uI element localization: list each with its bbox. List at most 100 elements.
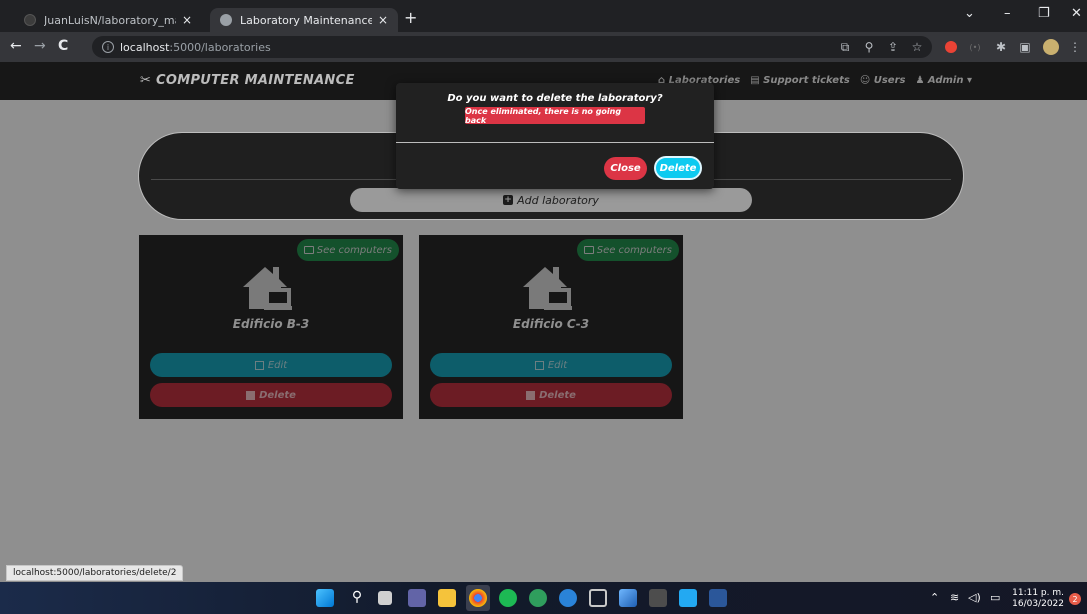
user-icon: ♟ <box>915 75 928 86</box>
tools-icon: ✂ <box>140 73 157 88</box>
volume-icon[interactable]: ◁) <box>968 591 981 604</box>
menu-icon[interactable]: ⋮ <box>1068 40 1082 54</box>
translate-icon[interactable]: ⧉ <box>838 40 852 54</box>
ticket-icon: ▤ <box>750 75 764 86</box>
reload-button[interactable]: C <box>58 38 68 54</box>
battery-icon[interactable]: ▭ <box>990 591 1000 604</box>
delete-label: Delete <box>539 389 576 401</box>
tab-laboratory-maintenance[interactable]: Laboratory Maintenance × <box>210 8 398 32</box>
task-view-icon[interactable] <box>378 591 392 605</box>
tab-close-icon[interactable]: × <box>378 13 388 27</box>
star-icon[interactable]: ☆ <box>910 40 924 54</box>
trash-icon <box>526 390 536 400</box>
lab-name: Edificio B-3 <box>232 317 310 331</box>
lab-name: Edificio C-3 <box>512 317 590 331</box>
add-laboratory-button[interactable]: + Add laboratory <box>350 188 752 212</box>
trash-icon <box>246 390 256 400</box>
virtualbox-icon[interactable] <box>589 589 607 607</box>
file-explorer-icon[interactable] <box>438 589 456 607</box>
link-status-bubble: localhost:5000/laboratories/delete/2 <box>6 565 184 581</box>
puzzle-icon[interactable]: ✱ <box>994 40 1008 54</box>
see-computers-button[interactable]: See computers <box>296 239 399 261</box>
page-content: ✂ COMPUTER MAINTENANCE ⌂ Laboratories ▤ … <box>0 62 1087 582</box>
see-computers-button[interactable]: See computers <box>576 239 679 261</box>
lab-card: See computers Edificio B-3 Edit Delete <box>139 235 403 419</box>
site-info-icon[interactable]: i <box>102 41 114 53</box>
tab-title: JuanLuisN/laboratory_maintenan <box>44 13 176 27</box>
browser-toolbar: ← → C i localhost :5000/laboratories ⧉ ⚲… <box>0 32 1087 62</box>
tab-title: Laboratory Maintenance <box>240 13 372 27</box>
globe-icon <box>220 14 232 26</box>
vscode-icon[interactable] <box>679 589 697 607</box>
sidepanel-icon[interactable]: ▣ <box>1018 40 1032 54</box>
modal-warning: Once eliminated, there is no going back <box>465 107 645 125</box>
add-laboratory-label: Add laboratory <box>517 193 599 207</box>
new-tab-button[interactable]: + <box>404 8 417 27</box>
edit-label: Edit <box>267 359 288 371</box>
users-icon: ☺ <box>859 75 874 86</box>
brand[interactable]: ✂ COMPUTER MAINTENANCE <box>140 73 355 88</box>
teams-icon[interactable] <box>408 589 426 607</box>
minimize-button[interactable]: – <box>1004 6 1011 21</box>
monitor-icon <box>583 246 594 254</box>
extension-dim-icon[interactable]: (•) <box>968 40 982 54</box>
delete-button[interactable]: Delete <box>150 383 392 407</box>
windows-taskbar: ⚲ ⌃ ≋ ◁) ▭ 11:11 p. m. 16/03/2022 2 <box>0 582 1087 614</box>
chevron-up-icon[interactable]: ⌃ <box>930 591 939 604</box>
maximize-button[interactable]: ❐ <box>1038 6 1050 21</box>
spotify-icon[interactable] <box>499 589 517 607</box>
profile-avatar[interactable] <box>1043 39 1059 55</box>
delete-button[interactable]: Delete <box>430 383 672 407</box>
browser-tabbar: JuanLuisN/laboratory_maintenan × Laborat… <box>0 0 1087 32</box>
lab-card: See computers Edificio C-3 Edit Delete <box>419 235 683 419</box>
modal-title: Do you want to delete the laboratory? <box>447 93 663 104</box>
edit-button[interactable]: Edit <box>430 353 672 377</box>
extension-red-icon[interactable] <box>945 41 957 53</box>
clock-time: 11:11 p. m. <box>1012 588 1064 598</box>
plus-square-icon: + <box>503 195 514 205</box>
edit-label: Edit <box>547 359 568 371</box>
edit-icon <box>254 360 264 370</box>
photos-icon[interactable] <box>619 589 637 607</box>
tab-github[interactable]: JuanLuisN/laboratory_maintenan × <box>14 8 202 32</box>
wifi-icon[interactable]: ≋ <box>950 591 959 604</box>
word-icon[interactable] <box>709 589 727 607</box>
notification-badge[interactable]: 2 <box>1069 593 1081 605</box>
url-path: :5000/laboratories <box>169 40 271 54</box>
delete-label: Delete <box>259 389 296 401</box>
modal-delete-button[interactable]: Delete <box>654 156 702 180</box>
see-computers-label: See computers <box>596 244 672 256</box>
nav-link-admin[interactable]: ♟ Admin ▾ <box>915 75 972 86</box>
hs-app-icon[interactable] <box>529 589 547 607</box>
tab-close-icon[interactable]: × <box>182 13 192 27</box>
modal-close-button[interactable]: Close <box>604 157 647 180</box>
chrome-icon[interactable] <box>469 589 487 607</box>
close-window-button[interactable]: ✕ <box>1071 6 1082 21</box>
delete-confirm-modal: Do you want to delete the laboratory? On… <box>396 83 714 189</box>
zoom-icon[interactable]: ⚲ <box>862 40 876 54</box>
terminal-icon[interactable] <box>649 589 667 607</box>
clock-date: 16/03/2022 <box>1012 599 1064 609</box>
see-computers-label: See computers <box>316 244 392 256</box>
modal-divider <box>396 142 714 143</box>
nav-link-support-tickets[interactable]: ▤ Support tickets <box>750 75 850 86</box>
monitor-icon <box>303 246 314 254</box>
tab-search-icon[interactable]: ⌄ <box>964 6 975 21</box>
brand-label: COMPUTER MAINTENANCE <box>156 73 355 88</box>
edit-button[interactable]: Edit <box>150 353 392 377</box>
address-bar[interactable]: i localhost :5000/laboratories <box>92 36 932 58</box>
house-laptop-icon <box>243 267 292 310</box>
github-icon <box>24 14 36 26</box>
app-blue-icon[interactable] <box>559 589 577 607</box>
caret-down-icon: ▾ <box>963 75 972 86</box>
windows-start-icon[interactable] <box>316 589 334 607</box>
search-icon[interactable]: ⚲ <box>348 589 366 607</box>
forward-button[interactable]: → <box>34 38 46 54</box>
url-host: localhost <box>120 40 170 54</box>
house-laptop-icon <box>523 267 572 310</box>
back-button[interactable]: ← <box>10 38 22 54</box>
system-clock[interactable]: 11:11 p. m. 16/03/2022 <box>1012 588 1064 610</box>
edit-icon <box>534 360 544 370</box>
nav-link-users[interactable]: ☺ Users <box>860 75 906 86</box>
share-icon[interactable]: ⇪ <box>886 40 900 54</box>
